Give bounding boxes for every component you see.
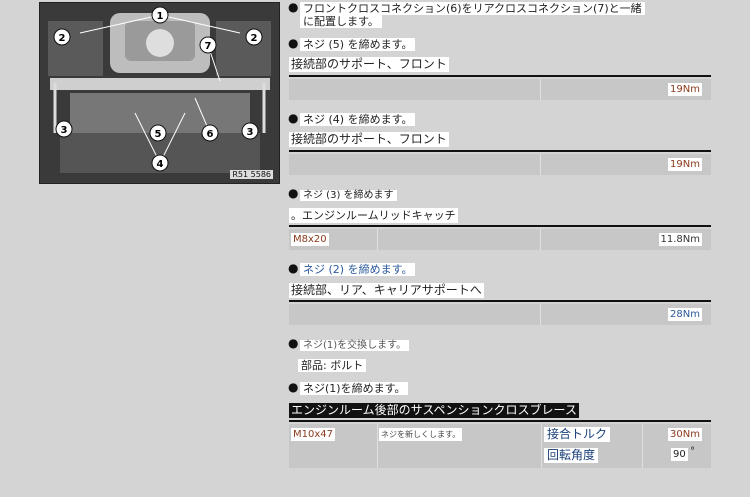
torque-value: 28Nm bbox=[668, 308, 702, 321]
angle-value: 90 bbox=[671, 448, 688, 461]
callout-2-left: 2 bbox=[59, 33, 66, 44]
callout-5: 5 bbox=[155, 129, 162, 140]
bullet-icon: ● bbox=[288, 36, 299, 50]
torque-value: 30Nm bbox=[668, 428, 702, 441]
bullet-icon: ● bbox=[288, 0, 299, 14]
section-title: 接続部のサポート、フロント bbox=[289, 57, 449, 72]
callout-7: 7 bbox=[205, 41, 212, 52]
spec-row: M8x20 11.8Nm bbox=[289, 229, 711, 250]
step-screw-2: ● ネジ (2) を締めます。 bbox=[288, 262, 416, 276]
callout-4: 4 bbox=[157, 159, 164, 170]
step-screw-4: ● ネジ (4) を締めます。 bbox=[288, 112, 416, 126]
torque-label: 接合トルク bbox=[544, 427, 611, 442]
callout-2-right: 2 bbox=[251, 33, 258, 44]
engine-bay-illustration: 1 2 2 7 3 3 5 6 4 bbox=[40, 3, 279, 183]
remark: ネジを新しくします。 bbox=[379, 428, 463, 441]
bullet-icon: ● bbox=[288, 111, 299, 125]
callout-3-right: 3 bbox=[247, 127, 254, 138]
step-intro: ● フロントクロスコネクション(6)をリアクロスコネクション(7)と一緒 に配置… bbox=[288, 1, 645, 28]
figure-id: R51 5586 bbox=[230, 170, 273, 179]
spec-row: 19Nm bbox=[289, 79, 711, 100]
callout-1: 1 bbox=[157, 11, 164, 22]
torque-value: 11.8Nm bbox=[658, 233, 702, 246]
spec-row: 19Nm bbox=[289, 154, 711, 175]
bullet-icon: ● bbox=[288, 336, 299, 350]
spec-row: M10x47 ネジを新しくします。 接合トルク 回転角度 30Nm 90 ° bbox=[289, 424, 711, 468]
section-title: 。エンジンルームリッドキャッチ bbox=[289, 208, 458, 223]
divider bbox=[289, 150, 711, 152]
section-title: 接続部のサポート、フロント bbox=[289, 132, 449, 147]
section-title: 接続部、リア、キャリアサポートへ bbox=[289, 283, 484, 298]
bolt-size: M8x20 bbox=[291, 233, 329, 246]
torque-value: 19Nm bbox=[668, 83, 702, 96]
callout-6: 6 bbox=[207, 129, 214, 140]
step-screw-5: ● ネジ (5) を締めます。 bbox=[288, 37, 416, 51]
engine-bay-diagram: 1 2 2 7 3 3 5 6 4 R51 5586 bbox=[39, 2, 280, 184]
bullet-icon: ● bbox=[288, 186, 299, 200]
angle-label: 回転角度 bbox=[544, 448, 599, 463]
spec-row: 28Nm bbox=[289, 304, 711, 325]
bolt-size: M10x47 bbox=[291, 428, 335, 441]
angle-unit: ° bbox=[690, 446, 695, 457]
bullet-icon: ● bbox=[288, 261, 299, 275]
step-replace-screw-1: ● ネジ(1)を交換します。 bbox=[288, 337, 410, 352]
step-screw-1: ● ネジ(1)を締めます。 bbox=[288, 381, 409, 395]
divider bbox=[289, 225, 711, 227]
section-title: エンジンルーム後部のサスペンションクロスブレース bbox=[289, 403, 579, 418]
bullet-icon: ● bbox=[288, 380, 299, 394]
divider bbox=[289, 420, 711, 422]
callout-3-left: 3 bbox=[61, 125, 68, 136]
step-screw-3: ● ネジ (3) を締めます bbox=[288, 187, 397, 202]
divider bbox=[289, 300, 711, 302]
divider bbox=[289, 75, 711, 77]
part-note: 部品: ボルト bbox=[298, 359, 367, 372]
torque-value: 19Nm bbox=[668, 158, 702, 171]
